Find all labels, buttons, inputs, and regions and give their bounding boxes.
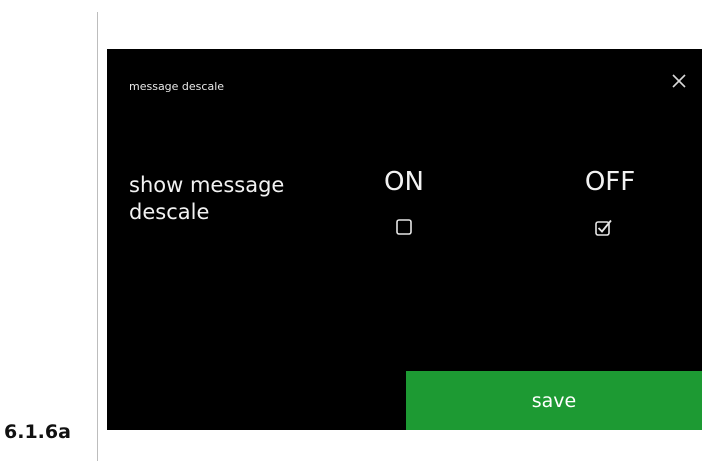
screen-title: message descale — [129, 80, 225, 93]
figure-label: 6.1.6a — [4, 421, 71, 443]
page-divider — [97, 12, 98, 461]
checkbox-checked-icon[interactable] — [595, 219, 612, 236]
option-on-label: ON — [384, 167, 424, 197]
checkbox-unchecked-icon[interactable] — [396, 219, 412, 235]
close-icon[interactable] — [668, 70, 690, 92]
setting-label: show message descale — [129, 173, 285, 224]
save-button[interactable]: save — [406, 371, 702, 430]
device-screen: message descale show message descale ON … — [107, 49, 702, 430]
option-off-label: OFF — [584, 167, 636, 197]
